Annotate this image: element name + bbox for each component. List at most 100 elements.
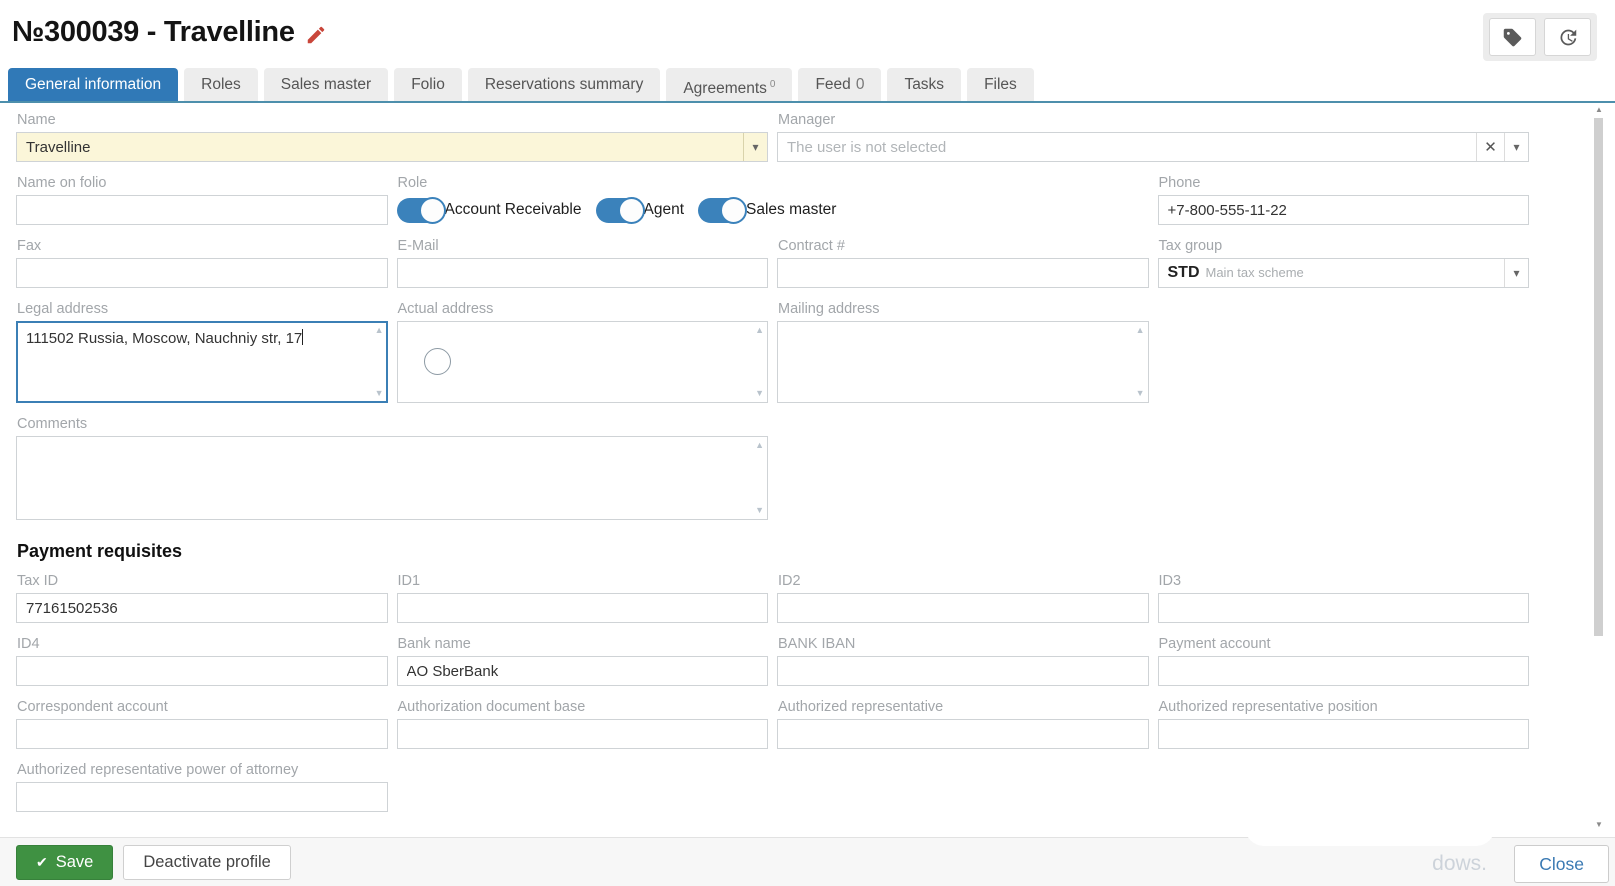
toggle-sales-master[interactable] xyxy=(698,198,745,223)
white-smear-artifact xyxy=(1245,808,1495,846)
toggle-account-receivable[interactable] xyxy=(397,198,444,223)
phone-label: Phone xyxy=(1159,175,1530,191)
bank-name-field: Bank name xyxy=(397,636,769,686)
name-combobox[interactable]: Travelline ▾ xyxy=(16,132,768,162)
authorization-document-base-field: Authorization document base xyxy=(397,699,769,749)
authorized-representative-position-input[interactable] xyxy=(1158,719,1530,749)
power-of-attorney-input[interactable] xyxy=(16,782,388,812)
manager-placeholder: The user is not selected xyxy=(778,139,1476,156)
role-field: Role Account Receivable Agent Sales mast… xyxy=(397,175,1149,225)
deactivate-profile-button[interactable]: Deactivate profile xyxy=(123,845,290,880)
close-button[interactable]: Close xyxy=(1514,845,1609,883)
authorized-representative-field: Authorized representative xyxy=(777,699,1149,749)
authorized-representative-label: Authorized representative xyxy=(778,699,1149,715)
id3-input[interactable] xyxy=(1158,593,1530,623)
tab-agreements[interactable]: Agreements0 xyxy=(666,68,792,101)
tags-button[interactable] xyxy=(1489,18,1536,56)
mailing-address-textarea[interactable] xyxy=(777,321,1149,403)
payment-account-input[interactable] xyxy=(1158,656,1530,686)
edit-title-pencil-icon[interactable] xyxy=(305,24,327,46)
toggle-sales-master-label: Sales master xyxy=(746,201,836,219)
tax-group-dropdown-caret-icon[interactable]: ▾ xyxy=(1504,259,1528,287)
comments-field: Comments ▲ ▼ xyxy=(16,416,768,520)
scrollbar-down-icon[interactable]: ▼ xyxy=(1594,821,1604,829)
toggle-knob xyxy=(618,197,645,224)
page-title: №300039 - Travelline xyxy=(12,16,295,49)
name-on-folio-label: Name on folio xyxy=(17,175,388,191)
toggle-agent-label: Agent xyxy=(644,201,685,219)
name-value: Travelline xyxy=(17,139,743,156)
tax-id-input[interactable] xyxy=(16,593,388,623)
authorized-representative-position-label: Authorized representative position xyxy=(1159,699,1530,715)
tax-group-select[interactable]: STD Main tax scheme ▾ xyxy=(1158,258,1530,288)
payment-account-label: Payment account xyxy=(1159,636,1530,652)
email-input[interactable] xyxy=(397,258,769,288)
comments-label: Comments xyxy=(17,416,768,432)
fax-input[interactable] xyxy=(16,258,388,288)
tab-files[interactable]: Files xyxy=(967,68,1034,101)
tab-sales-master[interactable]: Sales master xyxy=(264,68,388,101)
tab-reservations-summary[interactable]: Reservations summary xyxy=(468,68,661,101)
tab-folio[interactable]: Folio xyxy=(394,68,462,101)
authorization-document-base-label: Authorization document base xyxy=(398,699,769,715)
id4-label: ID4 xyxy=(17,636,388,652)
contract-input[interactable] xyxy=(777,258,1149,288)
mailing-address-label: Mailing address xyxy=(778,301,1149,317)
legal-address-label: Legal address xyxy=(17,301,388,317)
page-header: №300039 - Travelline xyxy=(12,16,327,49)
authorization-document-base-input[interactable] xyxy=(397,719,769,749)
email-field: E-Mail xyxy=(397,238,769,288)
legal-address-textarea[interactable]: 111502 Russia, Moscow, Nauchniy str, 17 xyxy=(16,321,388,403)
contract-field: Contract # xyxy=(777,238,1149,288)
name-on-folio-input[interactable] xyxy=(16,195,388,225)
comments-textarea[interactable] xyxy=(16,436,768,520)
bank-name-input[interactable] xyxy=(397,656,769,686)
tax-group-field: Tax group STDMain tax scheme ▾ xyxy=(1158,238,1530,288)
manager-combobox[interactable]: The user is not selected ✕ ▾ xyxy=(777,132,1529,162)
actual-address-textarea[interactable] xyxy=(397,321,769,403)
contract-label: Contract # xyxy=(778,238,1149,254)
toggle-agent[interactable] xyxy=(596,198,643,223)
bank-iban-input[interactable] xyxy=(777,656,1149,686)
scrollbar-thumb[interactable] xyxy=(1594,118,1603,636)
role-label: Role xyxy=(398,175,1149,191)
authorized-representative-position-field: Authorized representative position xyxy=(1158,699,1530,749)
company-profile-page: №300039 - Travelline General information… xyxy=(0,0,1615,886)
toggle-knob xyxy=(720,197,747,224)
tax-id-label: Tax ID xyxy=(17,573,388,589)
toggle-account-receivable-label: Account Receivable xyxy=(445,201,582,219)
correspondent-account-input[interactable] xyxy=(16,719,388,749)
fax-label: Fax xyxy=(17,238,388,254)
scrollbar-up-icon[interactable]: ▲ xyxy=(1594,106,1604,114)
name-dropdown-caret-icon[interactable]: ▾ xyxy=(743,133,767,161)
tax-group-code: STD xyxy=(1168,264,1200,281)
windows-watermark-fragment: dows. xyxy=(1432,852,1487,876)
manager-clear-icon[interactable]: ✕ xyxy=(1476,133,1504,161)
id1-input[interactable] xyxy=(397,593,769,623)
id4-input[interactable] xyxy=(16,656,388,686)
tag-icon xyxy=(1502,27,1523,48)
phone-field: Phone xyxy=(1158,175,1530,225)
save-button[interactable]: ✔ Save xyxy=(16,845,113,880)
id3-label: ID3 xyxy=(1159,573,1530,589)
authorized-representative-input[interactable] xyxy=(777,719,1149,749)
name-on-folio-field: Name on folio xyxy=(16,175,388,225)
vertical-scrollbar[interactable]: ▲ ▼ xyxy=(1594,104,1604,826)
history-button[interactable] xyxy=(1544,18,1591,56)
power-of-attorney-field: Authorized representative power of attor… xyxy=(16,762,388,812)
id2-input[interactable] xyxy=(777,593,1149,623)
feed-count-badge: 0 xyxy=(856,76,865,93)
manager-dropdown-caret-icon[interactable]: ▾ xyxy=(1504,133,1528,161)
header-action-group xyxy=(1483,13,1597,61)
phone-input[interactable] xyxy=(1158,195,1530,225)
id1-label: ID1 xyxy=(398,573,769,589)
legal-address-field: Legal address 111502 Russia, Moscow, Nau… xyxy=(16,301,388,403)
tab-tasks[interactable]: Tasks xyxy=(887,68,961,101)
id4-field: ID4 xyxy=(16,636,388,686)
tab-feed[interactable]: Feed0 xyxy=(798,68,881,101)
tab-roles[interactable]: Roles xyxy=(184,68,258,101)
tax-group-desc: Main tax scheme xyxy=(1206,265,1304,280)
tab-general-information[interactable]: General information xyxy=(8,68,178,101)
manager-label: Manager xyxy=(778,112,1529,128)
toggle-knob xyxy=(419,197,446,224)
